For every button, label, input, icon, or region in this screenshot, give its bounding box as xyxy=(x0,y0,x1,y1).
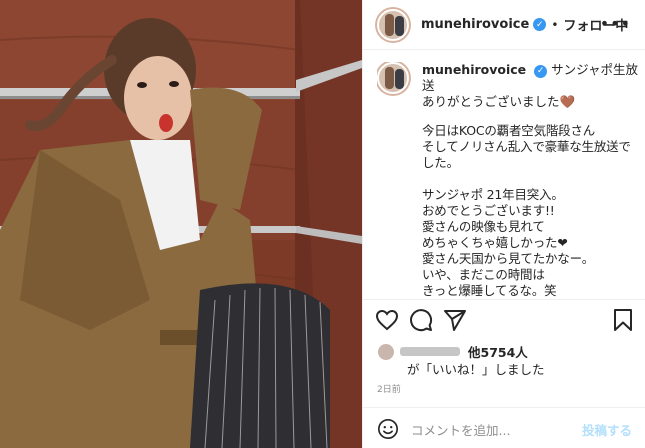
liker-avatar[interactable] xyxy=(377,342,395,361)
header-username[interactable]: munehirovoice xyxy=(421,17,529,32)
post-comment-button[interactable]: 投稿する xyxy=(582,420,632,439)
separator-dot: • xyxy=(551,17,559,32)
post-photo[interactable] xyxy=(0,0,362,448)
caption: munehirovoice ✓ サンジャポ生放送 ありがとうございました🤎 今日… xyxy=(377,62,639,298)
post-timestamp[interactable]: 2日前 xyxy=(377,382,401,395)
avatar-figure xyxy=(395,69,404,89)
heart-emoji: 🤎 xyxy=(559,94,576,109)
caption-heading: munehirovoice ✓ サンジャポ生放送 ありがとうございました🤎 xyxy=(422,62,639,110)
post-header: munehirovoice ✓ • フォロー中 ••• xyxy=(363,0,645,50)
share-icon[interactable] xyxy=(443,308,467,332)
liked-text: が「いいね！」しました xyxy=(407,362,545,377)
instagram-post: munehirovoice ✓ • フォロー中 ••• munehirovoic… xyxy=(0,0,645,448)
more-options-icon[interactable]: ••• xyxy=(600,14,631,33)
caption-avatar[interactable] xyxy=(377,62,409,94)
caption-username[interactable]: munehirovoice xyxy=(422,62,526,77)
comment-input[interactable]: コメントを追加... xyxy=(411,420,510,439)
caption-second-line: ありがとうございました xyxy=(422,94,560,109)
action-bar xyxy=(363,299,645,337)
avatar[interactable] xyxy=(377,8,409,41)
verified-icon: ✓ xyxy=(534,64,548,78)
emoji-icon[interactable] xyxy=(377,418,399,440)
heart-icon[interactable] xyxy=(375,308,399,332)
comment-bar: コメントを追加... 投稿する xyxy=(363,407,645,448)
caption-body: 今日はKOCの覇者空気階段さん そしてノリさん乱入で豪華な生放送でした。 サンジ… xyxy=(422,123,631,298)
photo-illustration xyxy=(0,0,362,448)
post-side-panel: munehirovoice ✓ • フォロー中 ••• munehirovoic… xyxy=(362,0,645,448)
comment-icon[interactable] xyxy=(409,308,433,332)
avatar-figure xyxy=(385,13,394,36)
avatar-figure xyxy=(395,15,404,36)
bookmark-icon[interactable] xyxy=(611,308,635,332)
avatar-figure xyxy=(385,67,394,89)
verified-icon: ✓ xyxy=(533,18,547,31)
blurred-username xyxy=(400,347,460,356)
